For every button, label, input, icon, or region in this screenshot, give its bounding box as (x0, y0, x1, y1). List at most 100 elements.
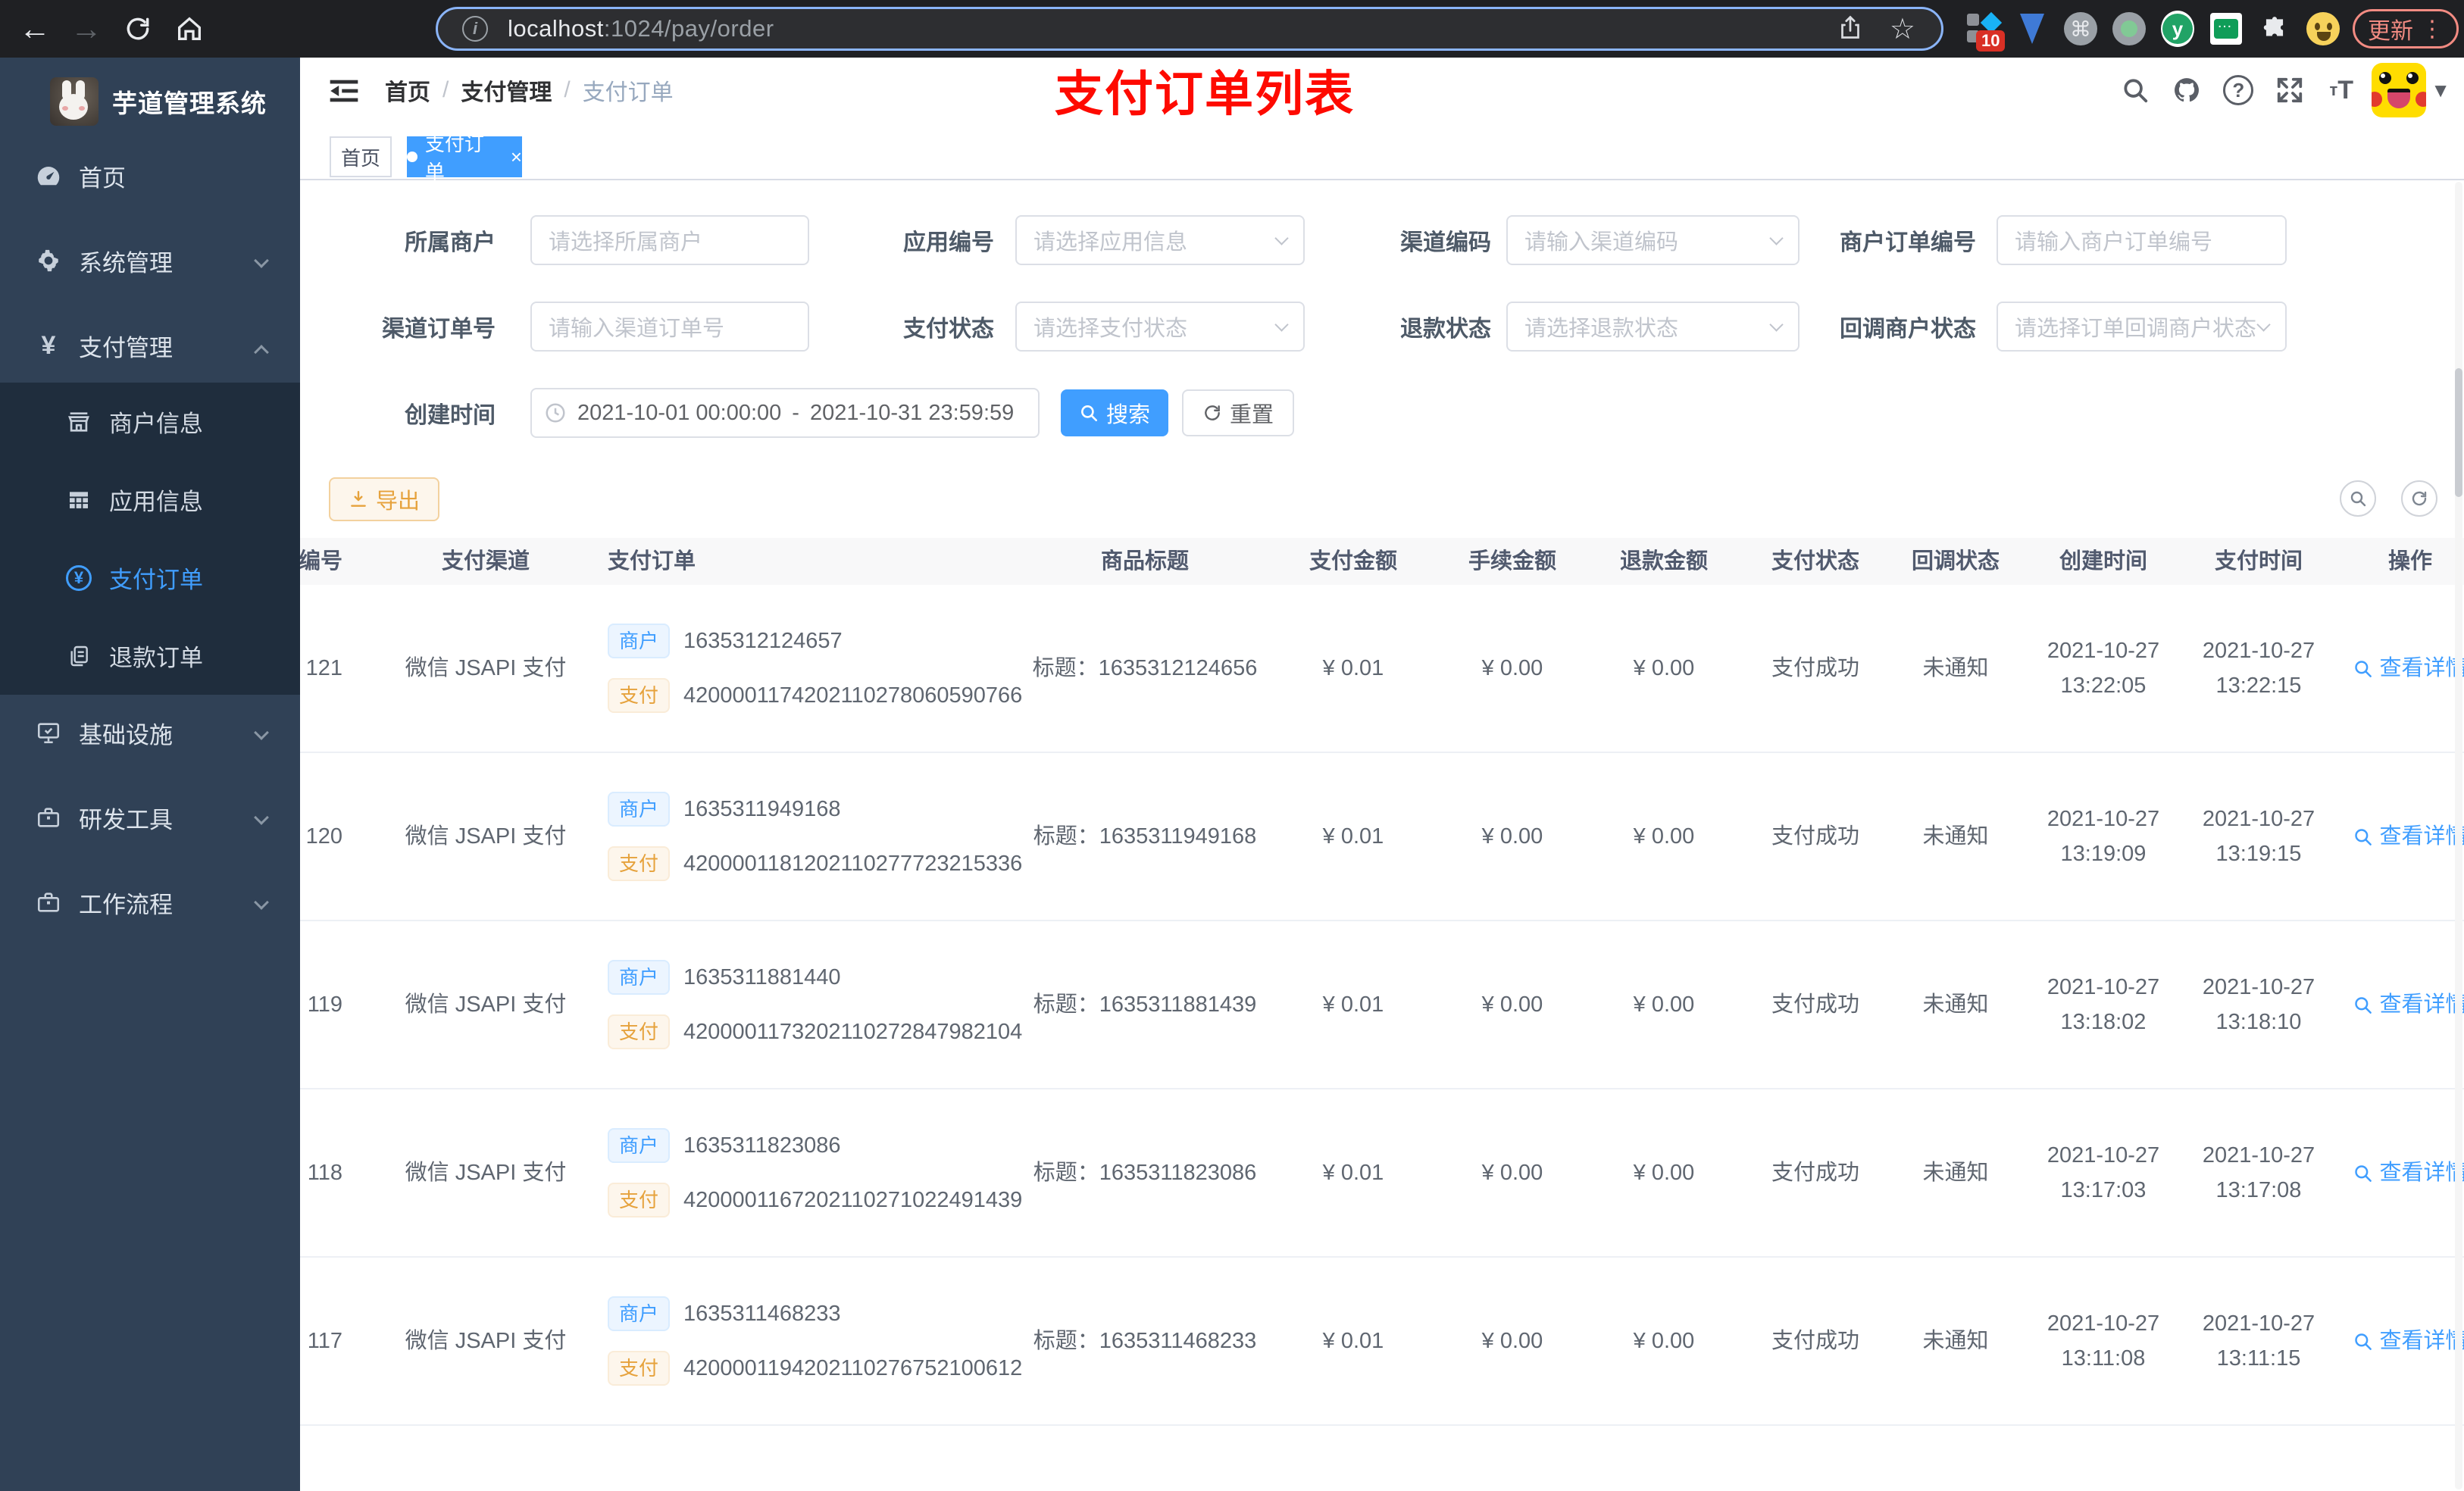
sidebar-item-merchant-info[interactable]: 商户信息 (0, 383, 300, 461)
fullscreen-icon[interactable] (2264, 64, 2315, 116)
pay-status-select[interactable]: 请选择支付状态 (1015, 302, 1305, 352)
sidebar-item-refund-order[interactable]: 退款订单 (0, 617, 300, 695)
app-logo-row[interactable]: 芋道管理系统 (0, 73, 300, 130)
channel-code-select[interactable]: 请输入渠道编码 (1506, 215, 1800, 265)
cell-order: 商户 1635311881440 支付 4200001173202110272847… (603, 960, 1022, 1049)
extension-y-icon[interactable]: y (2161, 11, 2194, 47)
share-icon[interactable] (1837, 14, 1867, 45)
caret-down-icon[interactable]: ▼ (2431, 79, 2450, 102)
channel-order-no: 4200001181202110277723215336 (683, 852, 1023, 876)
filter-label: 渠道订单号 (382, 317, 496, 342)
date-range-input[interactable]: 2021-10-01 00:00:00 - 2021-10-31 23:59:5… (530, 388, 1040, 438)
sidebar-item-pay[interactable]: ¥ 支付管理 (0, 303, 300, 388)
merchant-order-no-input[interactable]: 请输入商户订单编号 (1997, 215, 2287, 265)
font-size-icon[interactable]: тT (2315, 64, 2367, 116)
browser-menu-icon[interactable]: ⋮ (2421, 16, 2444, 42)
app-title: 芋道管理系统 (112, 89, 267, 117)
sidebar-item-devtools[interactable]: 研发工具 (0, 775, 300, 860)
extension-icons: ⌘ y (1967, 0, 2340, 58)
update-button[interactable]: 更新 ⋮ (2353, 9, 2459, 48)
forward-icon[interactable]: → (64, 0, 109, 58)
collapse-sidebar-icon[interactable] (327, 74, 361, 108)
refresh-table-button[interactable] (2401, 480, 2437, 517)
search-icon[interactable] (2109, 64, 2161, 116)
sidebar-item-label: 基础设施 (79, 721, 173, 749)
cell-pay-status: 支付成功 (1771, 1329, 1859, 1353)
extension-dot-icon[interactable] (2112, 12, 2146, 45)
cell-refund: ¥ 0.00 (1633, 824, 1695, 849)
cell-create-time: 2021-10-27 13:19:09 (2047, 807, 2160, 866)
channel-order-no-input[interactable]: 请输入渠道订单号 (530, 302, 809, 352)
breadcrumb-pay[interactable]: 支付管理 (461, 73, 552, 107)
cell-id: 118 (307, 1161, 342, 1185)
sidebar-item-home[interactable]: 首页 (0, 133, 300, 218)
close-icon[interactable]: × (511, 145, 522, 169)
cell-id: 120 (305, 824, 342, 849)
placeholder: 请选择所属商户 (549, 230, 703, 255)
filter-label: 应用编号 (903, 230, 994, 255)
cell-pay-status: 支付成功 (1771, 1161, 1859, 1185)
merchant-order-no: 1635312124657 (683, 629, 843, 653)
breadcrumb-separator: / (564, 77, 571, 102)
extension-chat-icon[interactable] (2209, 12, 2243, 45)
search-label: 搜索 (1105, 403, 1150, 427)
url-text: localhost:1024/pay/order (508, 15, 774, 42)
sidebar-item-app-info[interactable]: 应用信息 (0, 461, 300, 539)
chevron-down-icon (1274, 230, 1289, 245)
search-icon (2355, 828, 2372, 846)
cell-pay-status: 支付成功 (1771, 656, 1859, 680)
cell-pay-time: 2021-10-27 13:11:15 (2202, 1311, 2315, 1371)
view-detail-link[interactable]: 查看详情 (2331, 1324, 2464, 1358)
view-detail-link[interactable]: 查看详情 (2331, 1155, 2464, 1190)
filter-label: 支付状态 (903, 317, 994, 342)
profile-emoji-icon[interactable] (2306, 12, 2340, 45)
help-icon[interactable]: ? (2212, 64, 2264, 116)
extension-kite-icon[interactable] (2015, 12, 2049, 45)
yen-icon: ¥ (41, 330, 56, 360)
cell-fee: ¥ 0.00 (1481, 1329, 1543, 1353)
home-icon[interactable] (167, 0, 212, 58)
sidebar-item-system[interactable]: 系统管理 (0, 218, 300, 303)
info-icon[interactable]: i (462, 16, 488, 42)
github-icon[interactable] (2161, 64, 2212, 116)
scrollbar-thumb[interactable] (2455, 368, 2462, 497)
search-icon (2355, 996, 2372, 1014)
export-button[interactable]: 导出 (329, 477, 439, 521)
cell-amount: ¥ 0.01 (1322, 992, 1384, 1017)
search-icon (2355, 1164, 2372, 1182)
url-bar[interactable]: i localhost:1024/pay/order ☆ (436, 7, 1943, 51)
cell-fee: ¥ 0.00 (1481, 992, 1543, 1017)
extensions-puzzle-icon[interactable] (2258, 12, 2291, 45)
sidebar-item-pay-order[interactable]: ¥ 支付订单 (0, 539, 300, 617)
monitor-check-icon (35, 719, 62, 746)
merchant-select[interactable]: 请选择所属商户 (530, 215, 809, 265)
merchant-order-no: 1635311468233 (683, 1302, 841, 1326)
view-detail-link[interactable]: 查看详情 (2331, 819, 2464, 854)
refund-status-select[interactable]: 请选择退款状态 (1506, 302, 1800, 352)
reset-button[interactable]: 重置 (1182, 389, 1294, 436)
cell-fee: ¥ 0.00 (1481, 824, 1543, 849)
breadcrumb-home[interactable]: 首页 (385, 73, 430, 107)
search-button[interactable]: 搜索 (1061, 389, 1168, 436)
reload-icon[interactable] (115, 0, 161, 58)
sidebar-item-infra[interactable]: 基础设施 (0, 690, 300, 775)
back-icon[interactable]: ← (12, 0, 58, 58)
extension-command-icon[interactable]: ⌘ (2064, 12, 2097, 45)
cell-amount: ¥ 0.01 (1322, 1329, 1384, 1353)
app-select[interactable]: 请选择应用信息 (1015, 215, 1305, 265)
avatar[interactable] (2372, 63, 2427, 117)
sidebar-item-label: 研发工具 (79, 806, 173, 833)
tab-pay-order[interactable]: 支付订单 × (407, 133, 522, 183)
view-detail-link[interactable]: 查看详情 (2331, 651, 2464, 686)
merchant-order-no: 1635311881440 (683, 965, 841, 989)
bookmark-star-icon[interactable]: ☆ (1890, 12, 1915, 46)
col-channel: 支付渠道 (441, 549, 530, 574)
toggle-search-button[interactable] (2340, 480, 2376, 517)
notify-status-select[interactable]: 请选择订单回调商户状态 (1997, 302, 2287, 352)
dashboard-icon (35, 162, 62, 189)
sidebar-item-workflow[interactable]: 工作流程 (0, 860, 300, 945)
col-id: 编号 (300, 549, 342, 574)
view-detail-link[interactable]: 查看详情 (2331, 987, 2464, 1022)
tab-home[interactable]: 首页 (330, 136, 392, 177)
cell-channel: 微信 JSAPI 支付 (405, 1161, 567, 1185)
